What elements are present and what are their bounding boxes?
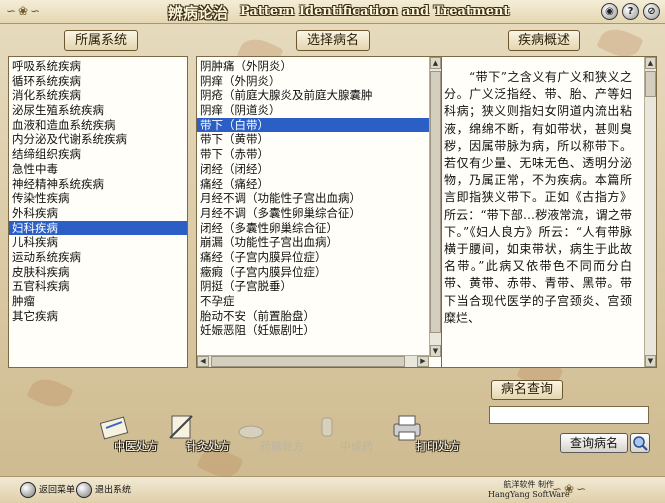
scroll-thumb[interactable] bbox=[645, 71, 656, 97]
scroll-down-icon[interactable]: ▼ bbox=[645, 355, 656, 367]
category-item[interactable]: 结缔组织疾病 bbox=[9, 147, 187, 162]
app-window: ∽❀∽ 辨病论治 Pattern Identification and Trea… bbox=[0, 0, 665, 503]
scroll-right-icon[interactable]: ▶ bbox=[417, 356, 429, 367]
print-button[interactable]: 打印处方 bbox=[416, 438, 460, 454]
back-menu-label: 返回菜单 bbox=[39, 485, 76, 496]
disease-item[interactable]: 崩漏（功能性子宫出血病） bbox=[197, 235, 429, 250]
disease-item[interactable]: 带下（白带） bbox=[197, 117, 429, 133]
prescription-button[interactable]: 中医处方 bbox=[114, 438, 158, 454]
search-input[interactable] bbox=[489, 406, 649, 424]
magnifier-button[interactable] bbox=[630, 433, 650, 453]
category-item[interactable]: 妇科疾病 bbox=[9, 220, 187, 236]
category-item[interactable]: 急性中毒 bbox=[9, 162, 187, 177]
disease-item[interactable]: 闭经（闭经） bbox=[197, 162, 429, 177]
settings-icon[interactable]: ◉ bbox=[601, 3, 618, 20]
category-item[interactable]: 神经精神系统疾病 bbox=[9, 177, 187, 192]
disease-item[interactable]: 阴痒（外阴炎） bbox=[197, 74, 429, 89]
category-item[interactable]: 五官科疾病 bbox=[9, 279, 187, 294]
disease-item[interactable]: 月经不调（多囊性卵巢综合征） bbox=[197, 206, 429, 221]
footer-bar: 返回菜单 退出系统 航洋软件 制作 HangYang SoftWare ∽❀∽ bbox=[0, 476, 665, 503]
disease-item[interactable]: 癥瘕（子宫内膜异位症） bbox=[197, 265, 429, 280]
disease-item[interactable]: 胎动不安（前置胎盘） bbox=[197, 309, 429, 324]
disease-item[interactable]: 阴痒（阴道炎） bbox=[197, 103, 429, 118]
search-icon bbox=[633, 436, 648, 451]
disease-item[interactable]: 阴肿痛（外阴炎） bbox=[197, 59, 429, 74]
disease-list-vscroll[interactable]: ▲ ▼ bbox=[429, 57, 441, 357]
scroll-up-icon[interactable]: ▲ bbox=[645, 57, 656, 69]
search-button[interactable]: 查询病名 bbox=[560, 433, 628, 453]
disease-item[interactable]: 阴挺（子宫脱垂） bbox=[197, 279, 429, 294]
title-bar: ∽❀∽ 辨病论治 Pattern Identification and Trea… bbox=[0, 0, 665, 24]
disease-item[interactable]: 月经不调（功能性子宫出血病） bbox=[197, 191, 429, 206]
close-icon[interactable]: ⊘ bbox=[643, 3, 660, 20]
hscroll-thumb[interactable] bbox=[211, 356, 405, 367]
back-icon bbox=[20, 482, 36, 498]
category-item[interactable]: 呼吸系统疾病 bbox=[9, 59, 187, 74]
disease-list[interactable]: 阴肿痛（外阴炎） 阴痒（外阴炎） 阴疮（前庭大腺炎及前庭大腺囊肿 阴痒（阴道炎） 带下（… bbox=[196, 56, 442, 368]
footer-decoration: ∽❀∽ bbox=[552, 482, 589, 496]
category-item[interactable]: 肿瘤 bbox=[9, 294, 187, 309]
exit-icon bbox=[76, 482, 92, 498]
category-item[interactable]: 传染性疾病 bbox=[9, 191, 187, 206]
scroll-left-icon[interactable]: ◀ bbox=[197, 356, 209, 367]
category-item[interactable]: 儿科疾病 bbox=[9, 235, 187, 250]
disease-item[interactable]: 不孕症 bbox=[197, 294, 429, 309]
category-item[interactable]: 运动系统疾病 bbox=[9, 250, 187, 265]
category-header: 所属系统 bbox=[64, 30, 138, 51]
disease-item[interactable]: 痛经（痛经） bbox=[197, 177, 429, 192]
scroll-thumb[interactable] bbox=[430, 71, 441, 333]
overview-vscroll[interactable]: ▲ ▼ bbox=[644, 57, 656, 367]
exit-button[interactable]: 退出系统 bbox=[76, 482, 131, 499]
disease-item[interactable]: 带下（赤带） bbox=[197, 147, 429, 162]
category-item[interactable]: 血液和造血系统疾病 bbox=[9, 118, 187, 133]
patent-medicine-icon bbox=[321, 417, 333, 437]
search-header: 病名查询 bbox=[491, 380, 563, 400]
disease-item[interactable]: 带下（黄带） bbox=[197, 132, 429, 147]
tool-area: 中医处方 针灸处方 药膳处方 中成药 打印处方 bbox=[10, 372, 486, 472]
app-title: 辨病论治 bbox=[168, 4, 229, 22]
overview-header: 疾病概述 bbox=[508, 30, 580, 51]
diet-icon bbox=[238, 425, 264, 439]
back-menu-button[interactable]: 返回菜单 bbox=[20, 482, 75, 499]
category-list[interactable]: 呼吸系统疾病 循环系统疾病 消化系统疾病 泌尿生殖系统疾病 血液和造血系统疾病 内分泌及代… bbox=[8, 56, 188, 368]
scroll-down-icon[interactable]: ▼ bbox=[430, 345, 441, 357]
patent-medicine-button: 中成药 bbox=[340, 440, 373, 453]
category-item[interactable]: 外科疾病 bbox=[9, 206, 187, 221]
category-item[interactable]: 消化系统疾病 bbox=[9, 88, 187, 103]
category-item[interactable]: 内分泌及代谢系统疾病 bbox=[9, 132, 187, 147]
disease-item[interactable]: 痛经（子宫内膜异位症） bbox=[197, 250, 429, 265]
overview-text: “带下”之含义有广义和狭义之分。广义泛指经、带、胎、产等妇科病；狭义则指妇女阴道… bbox=[444, 70, 632, 325]
app-title-english: Pattern Identification and Treatment bbox=[240, 4, 510, 19]
category-item[interactable]: 泌尿生殖系统疾病 bbox=[9, 103, 187, 118]
acupuncture-button[interactable]: 针灸处方 bbox=[186, 438, 230, 454]
category-item[interactable]: 皮肤科疾病 bbox=[9, 265, 187, 280]
overview-panel[interactable]: “带下”之含义有广义和狭义之分。广义泛指经、带、胎、产等妇科病；狭义则指妇女阴道… bbox=[441, 56, 657, 368]
title-decoration: ∽❀∽ bbox=[6, 4, 43, 18]
disease-header: 选择病名 bbox=[296, 30, 370, 51]
category-item[interactable]: 其它疾病 bbox=[9, 309, 187, 324]
disease-item[interactable]: 妊娠恶阻（妊娠剧吐） bbox=[197, 323, 429, 338]
disease-item[interactable]: 闭经（多囊性卵巢综合征） bbox=[197, 221, 429, 236]
help-icon[interactable]: ? bbox=[622, 3, 639, 20]
category-item[interactable]: 循环系统疾病 bbox=[9, 74, 187, 89]
disease-item[interactable]: 阴疮（前庭大腺炎及前庭大腺囊肿 bbox=[197, 88, 429, 103]
scroll-up-icon[interactable]: ▲ bbox=[430, 57, 441, 69]
prescription-icon[interactable] bbox=[100, 414, 130, 440]
disease-list-hscroll[interactable]: ◀ ▶ bbox=[197, 355, 429, 367]
exit-label: 退出系统 bbox=[95, 485, 132, 496]
diet-button: 药膳处方 bbox=[260, 440, 304, 453]
